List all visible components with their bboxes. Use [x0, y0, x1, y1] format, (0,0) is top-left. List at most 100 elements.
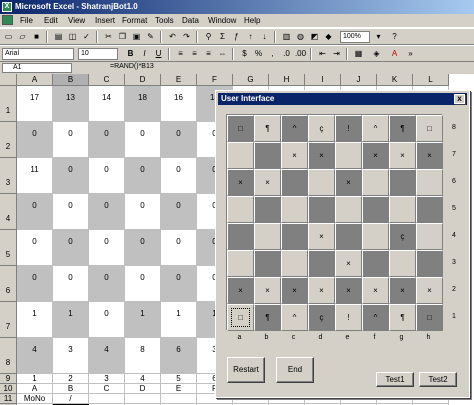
board-square[interactable]: ×	[389, 142, 416, 169]
sheet-cell[interactable]: 0	[161, 266, 197, 302]
board-square[interactable]: ç	[308, 304, 335, 331]
board-square[interactable]: ç	[389, 223, 416, 250]
sheet-cell[interactable]: B	[53, 384, 89, 394]
board-square[interactable]	[308, 169, 335, 196]
board-square[interactable]: ×	[335, 169, 362, 196]
cut-icon[interactable]: ✂	[102, 31, 115, 43]
decrease-indent-icon[interactable]: ⇤	[316, 48, 329, 60]
row-header[interactable]: 5	[0, 230, 17, 266]
column-header[interactable]: E	[161, 74, 197, 86]
board-square[interactable]: ×	[335, 250, 362, 277]
sheet-cell[interactable]: 0	[125, 266, 161, 302]
row-header[interactable]: 11	[0, 394, 17, 404]
align-center-icon[interactable]: ≡	[188, 48, 201, 60]
sheet-cell[interactable]: 2	[53, 374, 89, 384]
board-square[interactable]	[335, 223, 362, 250]
function-icon[interactable]: ƒ	[230, 31, 243, 43]
sheet-cell[interactable]: C	[89, 384, 125, 394]
sheet-cell[interactable]: 0	[17, 194, 53, 230]
board-square[interactable]	[281, 223, 308, 250]
board-square[interactable]: ^	[362, 115, 389, 142]
board-square[interactable]	[308, 250, 335, 277]
board-square[interactable]: !	[335, 304, 362, 331]
sheet-cell[interactable]: 6	[161, 338, 197, 374]
vba-icon[interactable]: ◆	[322, 31, 335, 43]
open-icon[interactable]: ▱	[16, 31, 29, 43]
menu-insert[interactable]: Insert	[95, 16, 115, 25]
board-square[interactable]: ç	[308, 115, 335, 142]
board-square[interactable]: ×	[227, 277, 254, 304]
sheet-cell[interactable]: MoNo	[17, 394, 53, 404]
row-header[interactable]: 10	[0, 384, 17, 394]
align-right-icon[interactable]: ≡	[202, 48, 215, 60]
board-square[interactable]	[308, 196, 335, 223]
board-square[interactable]	[281, 196, 308, 223]
chart-wizard-icon[interactable]: ▥	[280, 31, 293, 43]
column-header[interactable]: I	[305, 74, 341, 86]
board-square[interactable]: ×	[308, 142, 335, 169]
sheet-cell[interactable]: 16	[161, 86, 197, 122]
column-header[interactable]: A	[17, 74, 53, 86]
board-square[interactable]: ¶	[254, 304, 281, 331]
sheet-cell[interactable]: 0	[89, 122, 125, 158]
sheet-cell[interactable]: 17	[17, 86, 53, 122]
column-header[interactable]: B	[53, 74, 89, 86]
bold-icon[interactable]: B	[124, 48, 137, 60]
menu-file[interactable]: File	[20, 16, 33, 25]
board-square[interactable]	[389, 250, 416, 277]
redo-icon[interactable]: ↷	[180, 31, 193, 43]
save-icon[interactable]: ■	[30, 31, 43, 43]
sheet-cell[interactable]: 4	[125, 374, 161, 384]
sheet-cell[interactable]: 3	[89, 374, 125, 384]
row-header[interactable]: 6	[0, 266, 17, 302]
row-header[interactable]: 3	[0, 158, 17, 194]
underline-icon[interactable]: U	[152, 48, 165, 60]
close-icon[interactable]: x	[454, 94, 465, 104]
board-square[interactable]	[227, 250, 254, 277]
sheet-cell[interactable]: 0	[53, 230, 89, 266]
row-header[interactable]: 4	[0, 194, 17, 230]
sheet-cell[interactable]: D	[125, 384, 161, 394]
italic-icon[interactable]: I	[138, 48, 151, 60]
board-square[interactable]: ^	[281, 304, 308, 331]
align-left-icon[interactable]: ≡	[174, 48, 187, 60]
sheet-cell[interactable]	[89, 394, 125, 404]
increase-indent-icon[interactable]: ⇥	[330, 48, 343, 60]
board-square[interactable]: ×	[335, 277, 362, 304]
format-painter-icon[interactable]: ✎	[144, 31, 157, 43]
sheet-cell[interactable]: 13	[53, 86, 89, 122]
board-square[interactable]	[416, 250, 443, 277]
sheet-cell[interactable]: 0	[89, 158, 125, 194]
column-header[interactable]: D	[125, 74, 161, 86]
hyperlink-icon[interactable]: ⚲	[202, 31, 215, 43]
column-header[interactable]: H	[269, 74, 305, 86]
sheet-cell[interactable]: 11	[17, 158, 53, 194]
column-header[interactable]: G	[233, 74, 269, 86]
column-header[interactable]: C	[89, 74, 125, 86]
board-square[interactable]	[254, 142, 281, 169]
undo-icon[interactable]: ↶	[166, 31, 179, 43]
sheet-cell[interactable]: 14	[89, 86, 125, 122]
board-square[interactable]	[389, 169, 416, 196]
board-square[interactable]	[254, 196, 281, 223]
font-size-select[interactable]: 10	[78, 48, 118, 60]
board-square[interactable]: ×	[281, 277, 308, 304]
board-square[interactable]: ×	[227, 169, 254, 196]
sheet-cell[interactable]: 18	[125, 86, 161, 122]
borders-icon[interactable]: ▦	[352, 48, 365, 60]
spelling-icon[interactable]: ✓	[80, 31, 93, 43]
board-square[interactable]: ×	[416, 277, 443, 304]
font-select[interactable]: Arial	[2, 48, 74, 60]
sheet-cell[interactable]: 0	[161, 230, 197, 266]
sheet-cell[interactable]	[161, 394, 197, 404]
sheet-cell[interactable]: 1	[161, 302, 197, 338]
sheet-cell[interactable]: 0	[161, 194, 197, 230]
menu-help[interactable]: Help	[244, 16, 260, 25]
board-square[interactable]: !	[335, 115, 362, 142]
board-square[interactable]	[362, 223, 389, 250]
sheet-cell[interactable]: 1	[17, 374, 53, 384]
sheet-cell[interactable]: 0	[17, 266, 53, 302]
board-square[interactable]: □	[416, 115, 443, 142]
board-square[interactable]: ¶	[389, 304, 416, 331]
sheet-cell[interactable]: 0	[125, 122, 161, 158]
